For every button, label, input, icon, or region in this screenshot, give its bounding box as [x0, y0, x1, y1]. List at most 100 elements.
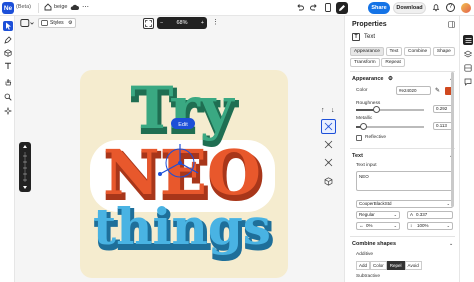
text-input-field[interactable]: NEO	[356, 171, 453, 191]
styles-button[interactable]: Styles ⚙	[38, 18, 76, 28]
redo-icon[interactable]	[310, 3, 318, 11]
chevron-down-icon: ⌄	[393, 212, 397, 217]
edit-badge[interactable]: Edit	[171, 118, 195, 129]
pen-tool[interactable]	[3, 35, 13, 45]
edit-mode-toggle[interactable]	[336, 2, 348, 14]
reflective-checkbox[interactable]	[356, 135, 362, 141]
tab-appearance[interactable]: Appearance	[350, 47, 384, 56]
object-view-button[interactable]	[321, 174, 336, 189]
pencil-icon	[339, 5, 345, 11]
arrow-up-icon[interactable]: ↑	[321, 107, 325, 114]
additive-label: Additive	[356, 252, 374, 257]
notifications-icon[interactable]	[432, 3, 440, 12]
comments-rail-button[interactable]	[463, 77, 473, 87]
comment-icon	[464, 78, 472, 86]
chevron-down-icon[interactable]: ⌄	[449, 241, 453, 247]
divider	[350, 71, 455, 72]
scale-gizmo-button[interactable]	[321, 155, 336, 170]
home-icon[interactable]	[44, 3, 52, 11]
styles-rail-button[interactable]	[463, 63, 473, 73]
rotate-gizmo-button[interactable]	[321, 137, 336, 152]
panel-scrollbar[interactable]	[451, 72, 454, 207]
tracking-input[interactable]: ↔ 0% ⌄	[356, 222, 400, 230]
appearance-heading-label: Appearance	[352, 76, 384, 82]
zoom-out-button[interactable]: −	[160, 20, 163, 26]
share-button[interactable]: Share	[368, 2, 390, 14]
tab-shape[interactable]: Shape	[432, 47, 455, 56]
shapes-tool[interactable]	[3, 48, 13, 58]
properties-rail-button[interactable]	[463, 35, 473, 45]
metallic-knob[interactable]	[360, 123, 367, 130]
depth-slider[interactable]	[19, 142, 31, 192]
move-gizmo-button[interactable]	[321, 119, 336, 134]
tab-repeat[interactable]: Repeat	[381, 58, 405, 67]
generate-tool[interactable]	[3, 106, 13, 116]
more-options-icon[interactable]: ⋯	[82, 3, 89, 11]
fit-to-screen-button[interactable]	[143, 18, 154, 29]
combine-repel-button[interactable]: Repel	[386, 261, 405, 270]
undo-icon[interactable]	[296, 3, 304, 11]
metallic-slider[interactable]	[356, 123, 424, 130]
zoom-in-button[interactable]: +	[201, 20, 204, 26]
try-text[interactable]: Try	[130, 74, 235, 142]
select-tool[interactable]	[3, 21, 13, 31]
font-weight-value: Regular	[359, 212, 375, 217]
eyedropper-icon[interactable]: ✎	[435, 87, 440, 94]
canvas-more-icon[interactable]: ⋮	[212, 18, 219, 26]
vertical-slider-graphic	[23, 145, 27, 189]
things-text[interactable]: things	[93, 197, 271, 256]
color-hex-input[interactable]: #e24020	[396, 86, 431, 95]
leading-input[interactable]: ↕ 100% ⌄	[407, 222, 453, 230]
layers-icon	[464, 50, 472, 58]
combine-color-button[interactable]: Color	[370, 261, 387, 270]
tab-transform[interactable]: Transform	[350, 58, 380, 67]
download-button[interactable]: Download	[393, 2, 426, 14]
text-tool[interactable]	[3, 61, 13, 71]
color-label: Color	[356, 88, 368, 93]
divider	[350, 148, 455, 149]
object-type-row: T Text	[352, 33, 375, 41]
combine-avoid-button[interactable]: Avoid	[404, 261, 422, 270]
text-object-icon: T	[352, 33, 360, 41]
combine-heading[interactable]: Combine shapes	[352, 241, 396, 247]
user-avatar[interactable]	[461, 3, 471, 13]
tab-text[interactable]: Text	[385, 47, 403, 56]
tab-combine[interactable]: Combine	[404, 47, 432, 56]
sparkle-icon	[4, 107, 12, 115]
device-preview-icon[interactable]	[324, 3, 332, 12]
right-rail	[459, 16, 474, 282]
divider	[38, 3, 39, 13]
move-gizmo-icon	[324, 122, 333, 131]
zoom-value[interactable]: 68%	[176, 20, 187, 26]
roughness-slider[interactable]	[356, 106, 424, 113]
roughness-input[interactable]: 0.292	[433, 105, 453, 113]
font-weight-select[interactable]: Regular ⌄	[356, 211, 400, 219]
fit-screen-icon	[145, 20, 152, 27]
panel-tabs: Appearance Text Combine Shape Transform …	[350, 47, 455, 69]
collapse-panel-icon[interactable]	[448, 21, 455, 28]
layers-rail-button[interactable]	[463, 49, 473, 59]
settings-icon[interactable]: ⚙	[68, 20, 72, 26]
help-icon[interactable]: ?	[446, 3, 455, 12]
roughness-knob[interactable]	[373, 106, 380, 113]
artboard[interactable]: Try Try NEO NEO things things Edit	[80, 70, 288, 278]
artwork[interactable]: Try Try NEO NEO things things Edit	[80, 70, 288, 278]
arrow-down-icon[interactable]: ↓	[331, 107, 335, 114]
combine-add-button[interactable]: Add	[356, 261, 371, 270]
document-title[interactable]: beige	[54, 4, 67, 10]
app-logo[interactable]: Ne	[2, 2, 14, 14]
appearance-heading[interactable]: Appearance ⚙	[352, 76, 393, 82]
font-size-icon: A	[410, 212, 414, 217]
metallic-input[interactable]: 0.113	[433, 122, 453, 130]
text-heading[interactable]: Text	[352, 153, 363, 159]
panel-title: Properties	[352, 21, 387, 28]
font-size-input[interactable]: A 0.337	[407, 211, 453, 219]
font-family-select[interactable]: CooperBlackStd ⌄	[356, 200, 453, 208]
scale-gizmo-icon	[324, 158, 333, 167]
hand-tool[interactable]	[3, 77, 13, 87]
material-icon[interactable]: ⚙	[388, 76, 393, 82]
zoom-tool[interactable]	[3, 92, 13, 102]
chevron-down-icon: ⌄	[446, 223, 450, 228]
hand-icon	[5, 79, 12, 86]
frame-tool-icon[interactable]	[20, 18, 34, 28]
